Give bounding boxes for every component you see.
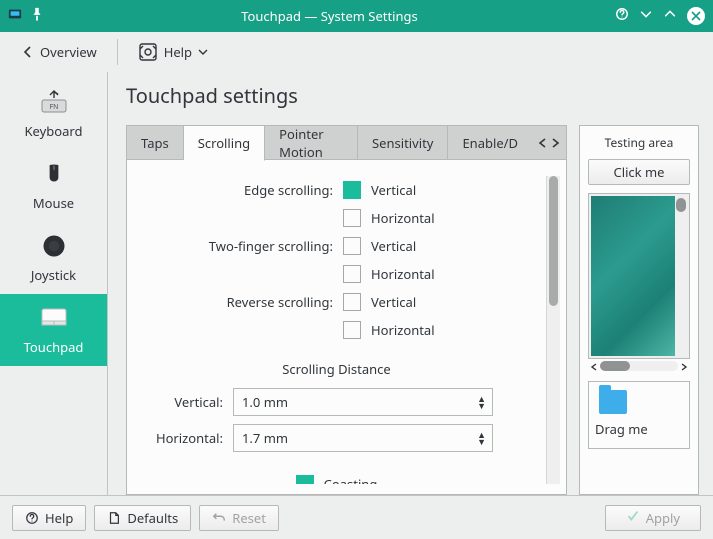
sidebar-item-joystick[interactable]: Joystick xyxy=(0,222,107,294)
tab-strip: Taps Scrolling Pointer Motion Sensitivit… xyxy=(127,126,566,160)
coasting-checkbox[interactable] xyxy=(296,475,314,484)
edge-horizontal-checkbox[interactable] xyxy=(343,209,361,227)
spinner-value: 1.7 mm xyxy=(242,429,288,447)
sidebar-item-keyboard[interactable]: FN Keyboard xyxy=(0,78,107,150)
tab-pointer-motion[interactable]: Pointer Motion xyxy=(265,126,358,160)
sidebar-item-label: Keyboard xyxy=(24,122,82,140)
tab-panel: Taps Scrolling Pointer Motion Sensitivit… xyxy=(126,125,567,495)
preview-vertical-scrollbar[interactable] xyxy=(675,196,687,356)
scroll-left-icon[interactable] xyxy=(590,357,598,375)
preview-horizontal-scrollbar[interactable] xyxy=(600,361,678,371)
mouse-icon xyxy=(38,158,70,190)
tab-scroll-left-icon[interactable] xyxy=(538,134,548,152)
sidebar-item-mouse[interactable]: Mouse xyxy=(0,150,107,222)
reverse-scrolling-label: Reverse scrolling: xyxy=(133,293,333,311)
horizontal-distance-spinner[interactable]: 1.7 mm ▲▼ xyxy=(233,424,493,452)
sidebar: FN Keyboard Mouse Joystick Touchpad xyxy=(0,72,107,495)
click-me-button[interactable]: Click me xyxy=(588,159,690,185)
spinner-value: 1.0 mm xyxy=(242,393,288,411)
titlebar: Touchpad — System Settings xyxy=(0,0,713,32)
checkbox-label: Coasting xyxy=(324,475,378,484)
tab-sensitivity[interactable]: Sensitivity xyxy=(358,126,448,160)
form-scrollbar[interactable] xyxy=(546,176,560,484)
tab-enable-disable[interactable]: Enable/D xyxy=(448,126,532,160)
checkbox-label: Vertical xyxy=(371,181,416,199)
help-menu[interactable]: Help xyxy=(138,42,208,62)
overview-label: Overview xyxy=(40,43,97,61)
joystick-icon xyxy=(38,230,70,262)
chevron-down-icon xyxy=(198,47,208,57)
scrollbar-thumb[interactable] xyxy=(676,198,686,212)
undo-icon xyxy=(212,511,226,525)
scrollbar-thumb[interactable] xyxy=(600,361,630,371)
folder-icon[interactable] xyxy=(599,390,627,414)
checkbox-label: Vertical xyxy=(371,237,416,255)
footer: Help Defaults Reset Apply xyxy=(0,495,713,539)
page-title: Touchpad settings xyxy=(126,82,699,109)
scrollbar-thumb[interactable] xyxy=(549,176,558,306)
sidebar-item-label: Mouse xyxy=(33,194,74,212)
overview-button[interactable]: Overview xyxy=(22,43,97,61)
sidebar-item-touchpad[interactable]: Touchpad xyxy=(0,294,107,366)
spinner-arrows-icon[interactable]: ▲▼ xyxy=(477,431,486,445)
check-icon xyxy=(626,509,640,527)
checkbox-label: Horizontal xyxy=(371,321,435,339)
defaults-button[interactable]: Defaults xyxy=(94,505,191,531)
touchpad-icon xyxy=(38,302,70,334)
edge-vertical-checkbox[interactable] xyxy=(343,181,361,199)
checkbox-label: Vertical xyxy=(371,293,416,311)
app-icon xyxy=(8,7,22,25)
minimize-icon[interactable] xyxy=(639,7,653,25)
help-button[interactable]: Help xyxy=(12,505,86,531)
scrolling-distance-heading: Scrolling Distance xyxy=(133,360,540,378)
separator xyxy=(117,39,118,65)
form-content: Edge scrolling: Vertical Horizontal Two-… xyxy=(133,176,546,484)
close-icon[interactable] xyxy=(687,7,705,25)
drag-me-label: Drag me xyxy=(595,420,648,438)
scroll-right-icon[interactable] xyxy=(680,357,688,375)
sidebar-item-label: Touchpad xyxy=(24,338,84,356)
tab-scroll-right-icon[interactable] xyxy=(550,134,560,152)
configure-icon xyxy=(138,42,158,62)
checkbox-label: Horizontal xyxy=(371,209,435,227)
tab-scrolling[interactable]: Scrolling xyxy=(184,126,265,161)
help-icon[interactable] xyxy=(615,7,629,25)
preview-area[interactable] xyxy=(588,193,690,359)
sidebar-item-label: Joystick xyxy=(31,266,76,284)
keyboard-icon: FN xyxy=(38,86,70,118)
checkbox-label: Horizontal xyxy=(371,265,435,283)
spinner-arrows-icon[interactable]: ▲▼ xyxy=(477,395,486,409)
document-icon xyxy=(107,511,121,525)
chevron-left-icon xyxy=(22,46,34,58)
maximize-icon[interactable] xyxy=(663,7,677,25)
svg-text:FN: FN xyxy=(49,103,58,112)
edge-scrolling-label: Edge scrolling: xyxy=(133,181,333,199)
drag-area[interactable]: Drag me xyxy=(588,381,690,449)
horizontal-distance-label: Horizontal: xyxy=(133,429,223,447)
preview-image xyxy=(591,196,675,356)
testing-area-title: Testing area xyxy=(588,134,690,151)
tab-taps[interactable]: Taps xyxy=(127,126,184,160)
vertical-distance-spinner[interactable]: 1.0 mm ▲▼ xyxy=(233,388,493,416)
topbar: Overview Help xyxy=(0,32,713,72)
reset-button[interactable]: Reset xyxy=(199,505,279,531)
reverse-horizontal-checkbox[interactable] xyxy=(343,321,361,339)
vertical-distance-label: Vertical: xyxy=(133,393,223,411)
help-icon xyxy=(25,511,39,525)
twofinger-vertical-checkbox[interactable] xyxy=(343,237,361,255)
two-finger-scrolling-label: Two-finger scrolling: xyxy=(133,237,333,255)
pin-icon[interactable] xyxy=(30,7,44,25)
reverse-vertical-checkbox[interactable] xyxy=(343,293,361,311)
help-label: Help xyxy=(164,43,192,61)
apply-button[interactable]: Apply xyxy=(605,505,701,531)
testing-panel: Testing area Click me Drag me xyxy=(579,125,699,495)
twofinger-horizontal-checkbox[interactable] xyxy=(343,265,361,283)
window-title: Touchpad — System Settings xyxy=(44,7,615,25)
